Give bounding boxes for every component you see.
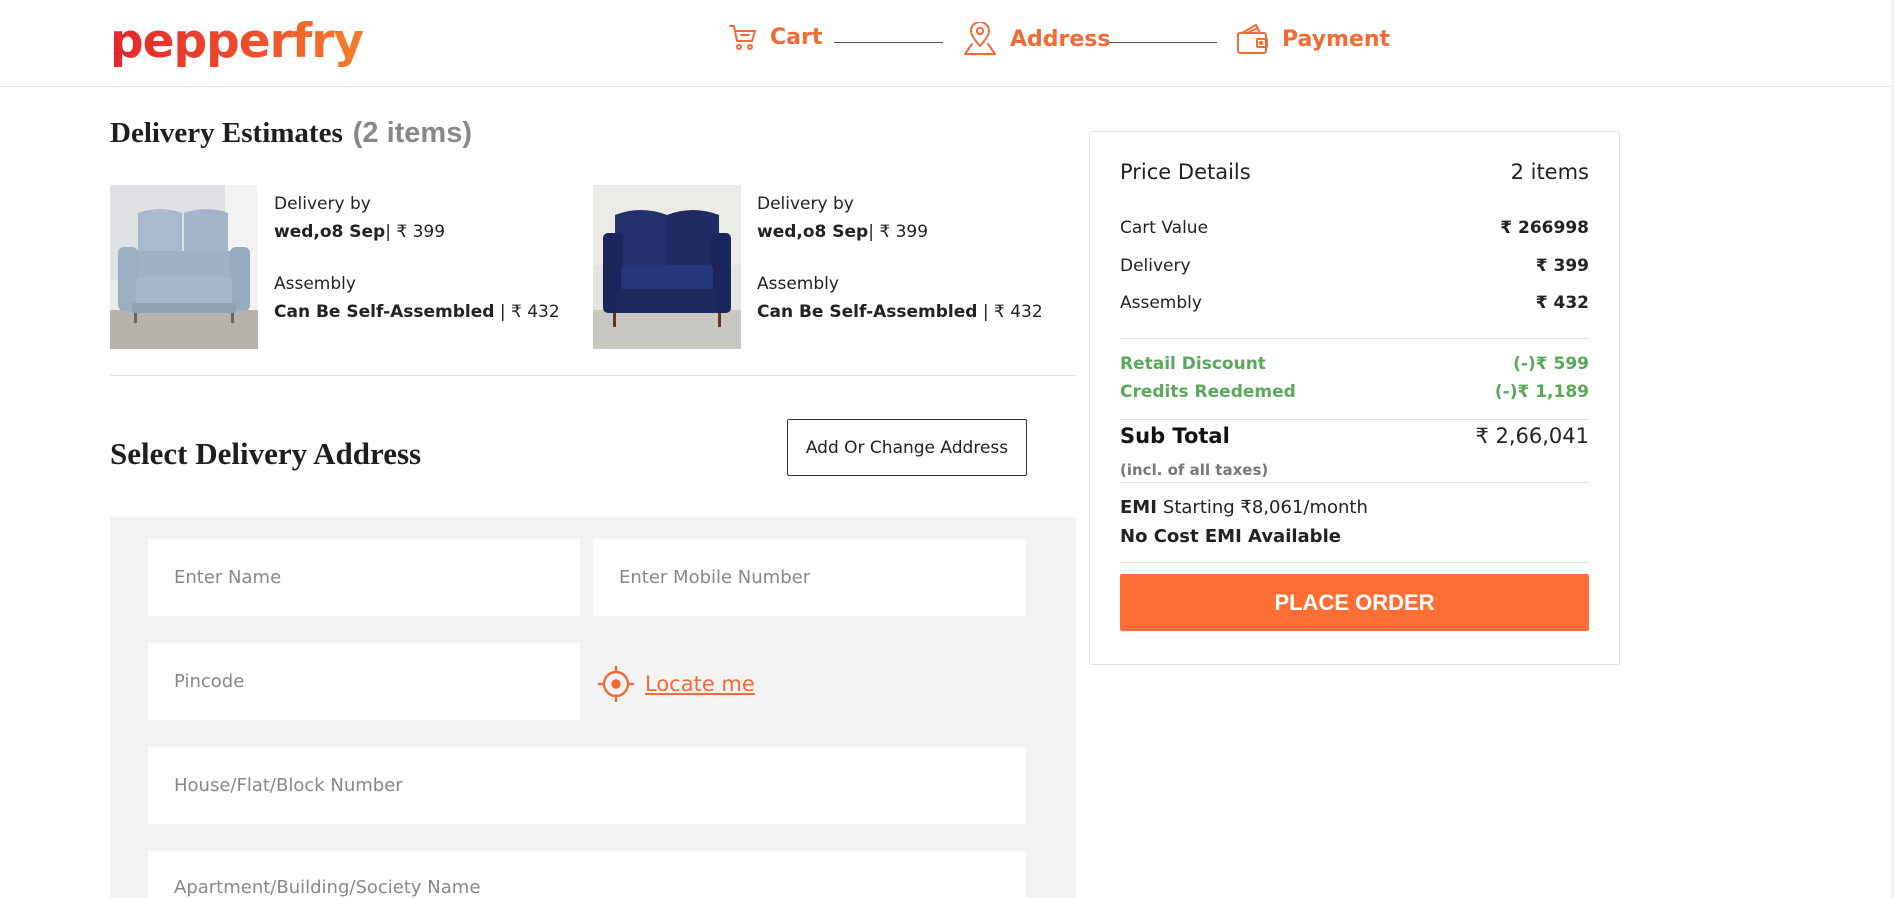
credits-label: Credits Reedemed xyxy=(1120,382,1296,402)
taxes-note: (incl. of all taxes) xyxy=(1120,461,1269,479)
delivery-estimates-title: Delivery Estimates (2 items) xyxy=(110,117,473,149)
subtotal-value: ₹ 2,66,041 xyxy=(1475,424,1589,448)
price-items-count: 2 items xyxy=(1510,160,1589,184)
product-2-delivery-info: Delivery by wed,o8 Sep| ₹ 399 Assembly C… xyxy=(757,190,1043,326)
delivery-by-label: Delivery by xyxy=(757,194,854,214)
house-number-field[interactable]: House/Flat/Block Number xyxy=(148,747,1026,824)
product-1-delivery-info: Delivery by wed,o8 Sep| ₹ 399 Assembly C… xyxy=(274,190,560,326)
subtotal-label: Sub Total xyxy=(1120,424,1230,448)
delivery-by-label: Delivery by xyxy=(274,194,371,214)
step-connector xyxy=(1109,42,1217,43)
price-details-title: Price Details xyxy=(1120,160,1251,184)
step-cart[interactable]: Cart xyxy=(728,22,822,52)
name-field[interactable]: Enter Name xyxy=(148,539,580,616)
step-payment[interactable]: Payment xyxy=(1236,22,1390,56)
delivery-label: Delivery xyxy=(1120,256,1191,276)
cart-value-label: Cart Value xyxy=(1120,218,1209,238)
select-address-title: Select Delivery Address xyxy=(110,436,422,471)
section-divider xyxy=(110,375,1076,376)
delivery-date-price: wed,o8 Sep| ₹ 399 xyxy=(274,222,446,242)
items-count: (2 items) xyxy=(352,117,473,149)
wallet-icon xyxy=(1237,24,1268,54)
crosshair-icon xyxy=(598,666,634,702)
delivery-value: ₹ 399 xyxy=(1535,256,1589,276)
no-cost-emi: No Cost EMI Available xyxy=(1120,526,1341,547)
taxes-note-row: (incl. of all taxes) xyxy=(1120,461,1589,479)
cart-value-row: Cart Value ₹ 266998 xyxy=(1120,218,1589,238)
step-address[interactable]: Address xyxy=(962,22,1110,56)
step-cart-label: Cart xyxy=(770,24,823,50)
credits-value: (-)₹ 1,189 xyxy=(1494,382,1589,402)
price-separator xyxy=(1120,562,1589,563)
retail-discount-row: Retail Discount (-)₹ 599 xyxy=(1120,354,1589,374)
assembly-label: Assembly xyxy=(1120,293,1202,313)
retail-discount-value: (-)₹ 599 xyxy=(1513,354,1589,374)
no-cost-emi-row: No Cost EMI Available xyxy=(1120,526,1589,547)
retail-discount-label: Retail Discount xyxy=(1120,354,1266,374)
cart-icon xyxy=(729,25,756,50)
assembly-label: Assembly xyxy=(757,274,839,294)
location-pin-icon xyxy=(964,22,996,55)
step-payment-label: Payment xyxy=(1282,26,1391,52)
locate-me-link[interactable]: Locate me xyxy=(597,665,755,703)
price-separator xyxy=(1120,338,1589,339)
delivery-date-price: wed,o8 Sep| ₹ 399 xyxy=(757,222,929,242)
price-separator xyxy=(1120,419,1589,420)
assembly-value: ₹ 432 xyxy=(1535,293,1589,313)
product-image-grey-loveseat[interactable] xyxy=(110,185,258,349)
emi-text: Starting ₹8,061/month xyxy=(1162,497,1368,518)
cart-value: ₹ 266998 xyxy=(1500,218,1589,238)
credits-row: Credits Reedemed (-)₹ 1,189 xyxy=(1120,382,1589,402)
step-connector xyxy=(834,42,943,43)
price-separator xyxy=(1120,482,1589,483)
apartment-name-field[interactable]: Apartment/Building/Society Name xyxy=(148,851,1026,898)
place-order-button[interactable]: PLACE ORDER xyxy=(1120,574,1589,631)
pincode-field[interactable]: Pincode xyxy=(148,643,580,720)
assembly-type-price: Can Be Self-Assembled | ₹ 432 xyxy=(757,302,1043,322)
product-image-navy-armchair[interactable] xyxy=(593,185,741,349)
subtotal-row: Sub Total ₹ 2,66,041 xyxy=(1120,424,1589,448)
mobile-number-field[interactable]: Enter Mobile Number xyxy=(593,539,1026,616)
delivery-row: Delivery ₹ 399 xyxy=(1120,256,1589,276)
locate-me-label: Locate me xyxy=(645,672,755,696)
emi-prefix: EMI xyxy=(1120,497,1157,518)
step-address-label: Address xyxy=(1010,26,1111,52)
pepperfry-logo[interactable]: pepperfry xyxy=(110,14,364,70)
assembly-row: Assembly ₹ 432 xyxy=(1120,293,1589,313)
add-change-address-button[interactable]: Add Or Change Address xyxy=(787,419,1027,476)
price-details-header: Price Details 2 items xyxy=(1120,160,1589,184)
assembly-label: Assembly xyxy=(274,274,356,294)
emi-row: EMI Starting ₹8,061/month xyxy=(1120,497,1589,518)
assembly-type-price: Can Be Self-Assembled | ₹ 432 xyxy=(274,302,560,322)
